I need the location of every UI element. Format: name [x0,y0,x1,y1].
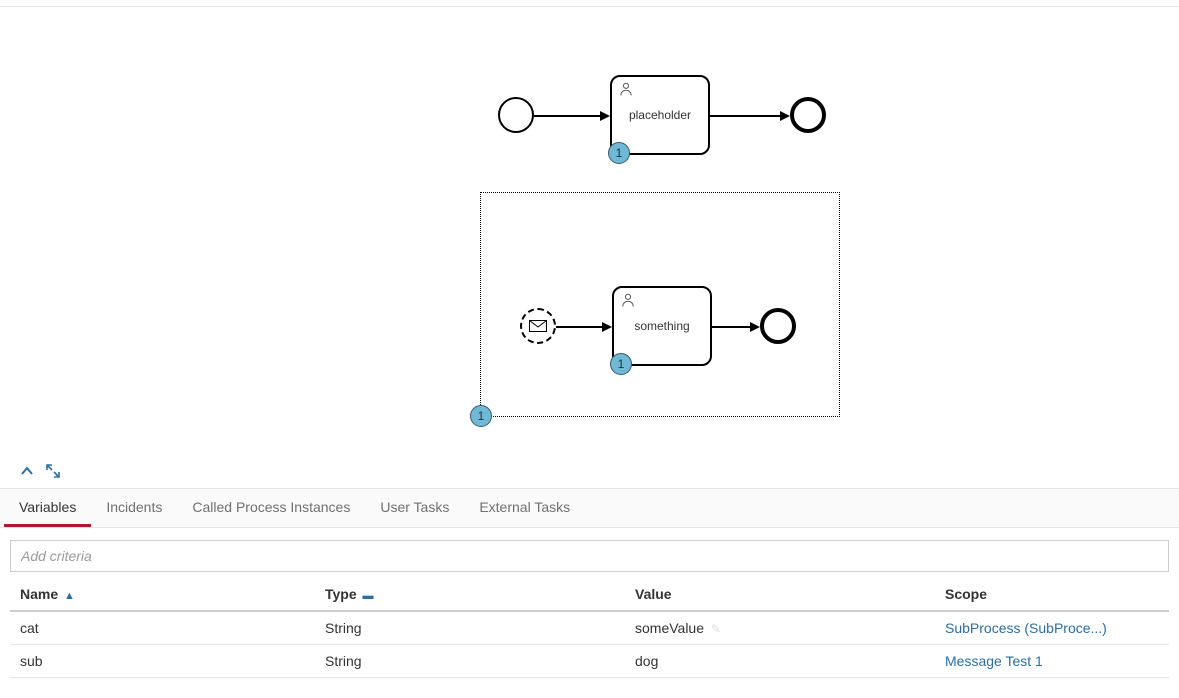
filter-criteria-input[interactable] [10,540,1169,572]
message-start-event[interactable] [520,308,556,344]
task-label: something [634,319,689,333]
sequence-flow [712,326,752,328]
value-text: dog [635,653,658,669]
column-header-label: Value [635,586,672,602]
sequence-flow [710,115,782,117]
variable-scope[interactable]: Message Test 1 [935,645,1169,678]
sequence-flow-arrow [600,111,610,121]
user-icon [620,292,636,308]
diagram-controls [18,462,62,480]
user-icon [618,81,634,97]
column-header-label: Scope [945,586,987,602]
table-row: cat String someValue ✎ SubProcess (SubPr… [10,611,1169,645]
envelope-icon [529,320,547,332]
token-count: 1 [616,146,623,160]
variable-name: cat [10,611,315,645]
filter-row [10,540,1169,572]
token-count: 1 [478,409,485,423]
column-header-type[interactable]: Type ▬ [315,578,625,611]
column-header-label: Name [20,586,58,602]
expand-diagram-icon[interactable] [44,462,62,480]
bpmn-diagram[interactable]: placeholder 1 1 something 1 [0,7,1179,488]
collapse-diagram-icon[interactable] [18,462,36,480]
token-count-badge: 1 [470,405,492,427]
variable-value[interactable]: dog [625,645,935,678]
value-text: someValue [635,620,704,636]
token-count: 1 [618,357,625,371]
token-count-badge: 1 [610,353,632,375]
token-count-badge: 1 [608,142,630,164]
end-event[interactable] [790,97,826,133]
table-row: sub String dog Message Test 1 [10,645,1169,678]
table-header-row: Name ▲ Type ▬ Value Scope [10,578,1169,611]
variable-scope[interactable]: SubProcess (SubProce...) [935,611,1169,645]
end-event[interactable] [760,308,796,344]
column-header-name[interactable]: Name ▲ [10,578,315,611]
column-header-scope[interactable]: Scope [935,578,1169,611]
sequence-flow-arrow [780,111,790,121]
sequence-flow-arrow [750,322,760,332]
scope-link[interactable]: SubProcess (SubProce...) [945,620,1107,636]
scope-link[interactable]: Message Test 1 [945,653,1043,669]
sort-ascending-icon: ▲ [64,590,75,602]
sequence-flow [556,326,604,328]
variables-table: Name ▲ Type ▬ Value Scope cat String som… [10,578,1169,678]
tab-user-tasks[interactable]: User Tasks [365,489,464,527]
variable-type: String [315,645,625,678]
tab-incidents[interactable]: Incidents [91,489,177,527]
column-header-value[interactable]: Value [625,578,935,611]
variable-type: String [315,611,625,645]
sequence-flow-arrow [602,322,612,332]
start-event[interactable] [498,97,534,133]
variable-name: sub [10,645,315,678]
user-task-something[interactable]: something 1 [612,286,712,366]
sort-none-icon: ▬ [363,590,374,602]
edit-value-icon[interactable]: ✎ [711,622,721,636]
sequence-flow [534,115,602,117]
variable-value[interactable]: someValue ✎ [625,611,935,645]
tabs-bar: Variables Incidents Called Process Insta… [0,488,1179,528]
task-label: placeholder [629,108,691,122]
user-task-placeholder[interactable]: placeholder 1 [610,75,710,155]
tab-variables[interactable]: Variables [4,489,91,527]
tab-called-process-instances[interactable]: Called Process Instances [177,489,365,527]
tab-external-tasks[interactable]: External Tasks [464,489,585,527]
column-header-label: Type [325,586,357,602]
